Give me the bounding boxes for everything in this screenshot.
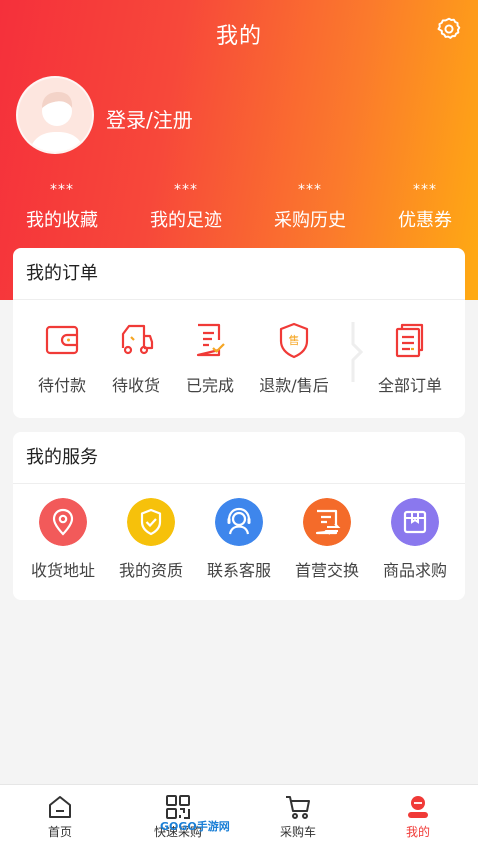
order-all[interactable]: 全部订单 bbox=[373, 300, 447, 396]
after-sale-shield-icon: 售 bbox=[279, 322, 309, 359]
stat-label: 我的足迹 bbox=[150, 210, 222, 231]
stat-value: *** bbox=[298, 182, 322, 198]
customer-service-icon bbox=[215, 498, 263, 546]
stat-value: *** bbox=[413, 182, 437, 198]
order-label: 全部订单 bbox=[377, 376, 442, 395]
avatar[interactable] bbox=[16, 76, 94, 154]
stat-favorites[interactable]: *** 我的收藏 bbox=[2, 180, 122, 232]
truck-icon bbox=[121, 324, 154, 355]
service-address[interactable]: 收货地址 bbox=[25, 484, 101, 581]
stat-coupons[interactable]: *** 优惠券 bbox=[365, 180, 478, 232]
tab-label: 我的 bbox=[405, 825, 430, 839]
services-card: 我的服务 收货地址 我的资质 联系客服 首营交换 商品求购 bbox=[13, 432, 465, 600]
page-title: 我的 bbox=[215, 24, 262, 49]
tab-label: 首页 bbox=[47, 825, 72, 839]
completed-doc-icon bbox=[196, 323, 225, 357]
all-orders-icon bbox=[395, 323, 424, 358]
service-first-operation-exchange[interactable]: 首营交换 bbox=[289, 484, 365, 581]
exchange-doc-icon bbox=[303, 498, 351, 546]
watermark-logo: GOGO手游网 bbox=[160, 820, 230, 833]
service-label: 首营交换 bbox=[294, 561, 359, 580]
tab-home[interactable]: 首页 bbox=[0, 793, 120, 840]
service-qualification[interactable]: 我的资质 bbox=[113, 484, 189, 581]
stat-label: 采购历史 bbox=[274, 210, 346, 231]
service-customer-support[interactable]: 联系客服 bbox=[201, 484, 277, 581]
service-label: 商品求购 bbox=[382, 561, 447, 580]
order-pending-receipt[interactable]: 待收货 bbox=[99, 300, 173, 396]
profile-stats: *** 我的收藏 *** 我的足迹 *** 采购历史 *** 优惠券 bbox=[0, 180, 478, 240]
wallet-icon bbox=[45, 325, 79, 355]
login-register-link[interactable]: 登录/注册 bbox=[106, 104, 193, 133]
order-label: 待付款 bbox=[37, 376, 86, 395]
order-refund-aftersale[interactable]: 售 退款/售后 bbox=[253, 300, 335, 396]
gear-icon[interactable] bbox=[436, 16, 462, 42]
order-pending-payment[interactable]: 待付款 bbox=[25, 300, 99, 396]
stat-footprints[interactable]: *** 我的足迹 bbox=[126, 180, 246, 232]
bottom-tab-bar: 首页 快速采购 采购车 我的 bbox=[0, 784, 478, 850]
stat-value: *** bbox=[50, 182, 74, 198]
order-completed[interactable]: 已完成 bbox=[173, 300, 247, 396]
shield-check-icon bbox=[127, 498, 175, 546]
location-icon bbox=[39, 498, 87, 546]
home-icon bbox=[49, 796, 71, 818]
order-label: 待收货 bbox=[111, 376, 160, 395]
stat-label: 优惠券 bbox=[398, 210, 452, 231]
service-label: 联系客服 bbox=[206, 561, 271, 580]
order-label: 退款/售后 bbox=[259, 376, 329, 395]
stat-purchase-history[interactable]: *** 采购历史 bbox=[250, 180, 370, 232]
service-product-request[interactable]: 商品求购 bbox=[377, 484, 453, 581]
orders-title: 我的订单 bbox=[13, 248, 465, 300]
tab-profile[interactable]: 我的 bbox=[358, 793, 478, 840]
stat-label: 我的收藏 bbox=[26, 210, 98, 231]
service-label: 我的资质 bbox=[118, 561, 183, 580]
scan-grid-icon bbox=[166, 795, 190, 819]
product-box-icon bbox=[391, 498, 439, 546]
tab-cart[interactable]: 采购车 bbox=[238, 793, 358, 840]
orders-card: 我的订单 待付款 待收货 已完成 售 退款/售后 全部订单 bbox=[13, 248, 465, 418]
order-label: 已完成 bbox=[185, 376, 234, 395]
service-label: 收货地址 bbox=[30, 561, 95, 580]
profile-icon bbox=[408, 796, 428, 818]
svg-text:售: 售 bbox=[289, 333, 300, 347]
separator-arrow bbox=[351, 322, 364, 382]
stat-value: *** bbox=[174, 182, 198, 198]
services-title: 我的服务 bbox=[13, 432, 465, 484]
cart-icon bbox=[286, 796, 310, 819]
tab-label: 采购车 bbox=[279, 825, 316, 839]
